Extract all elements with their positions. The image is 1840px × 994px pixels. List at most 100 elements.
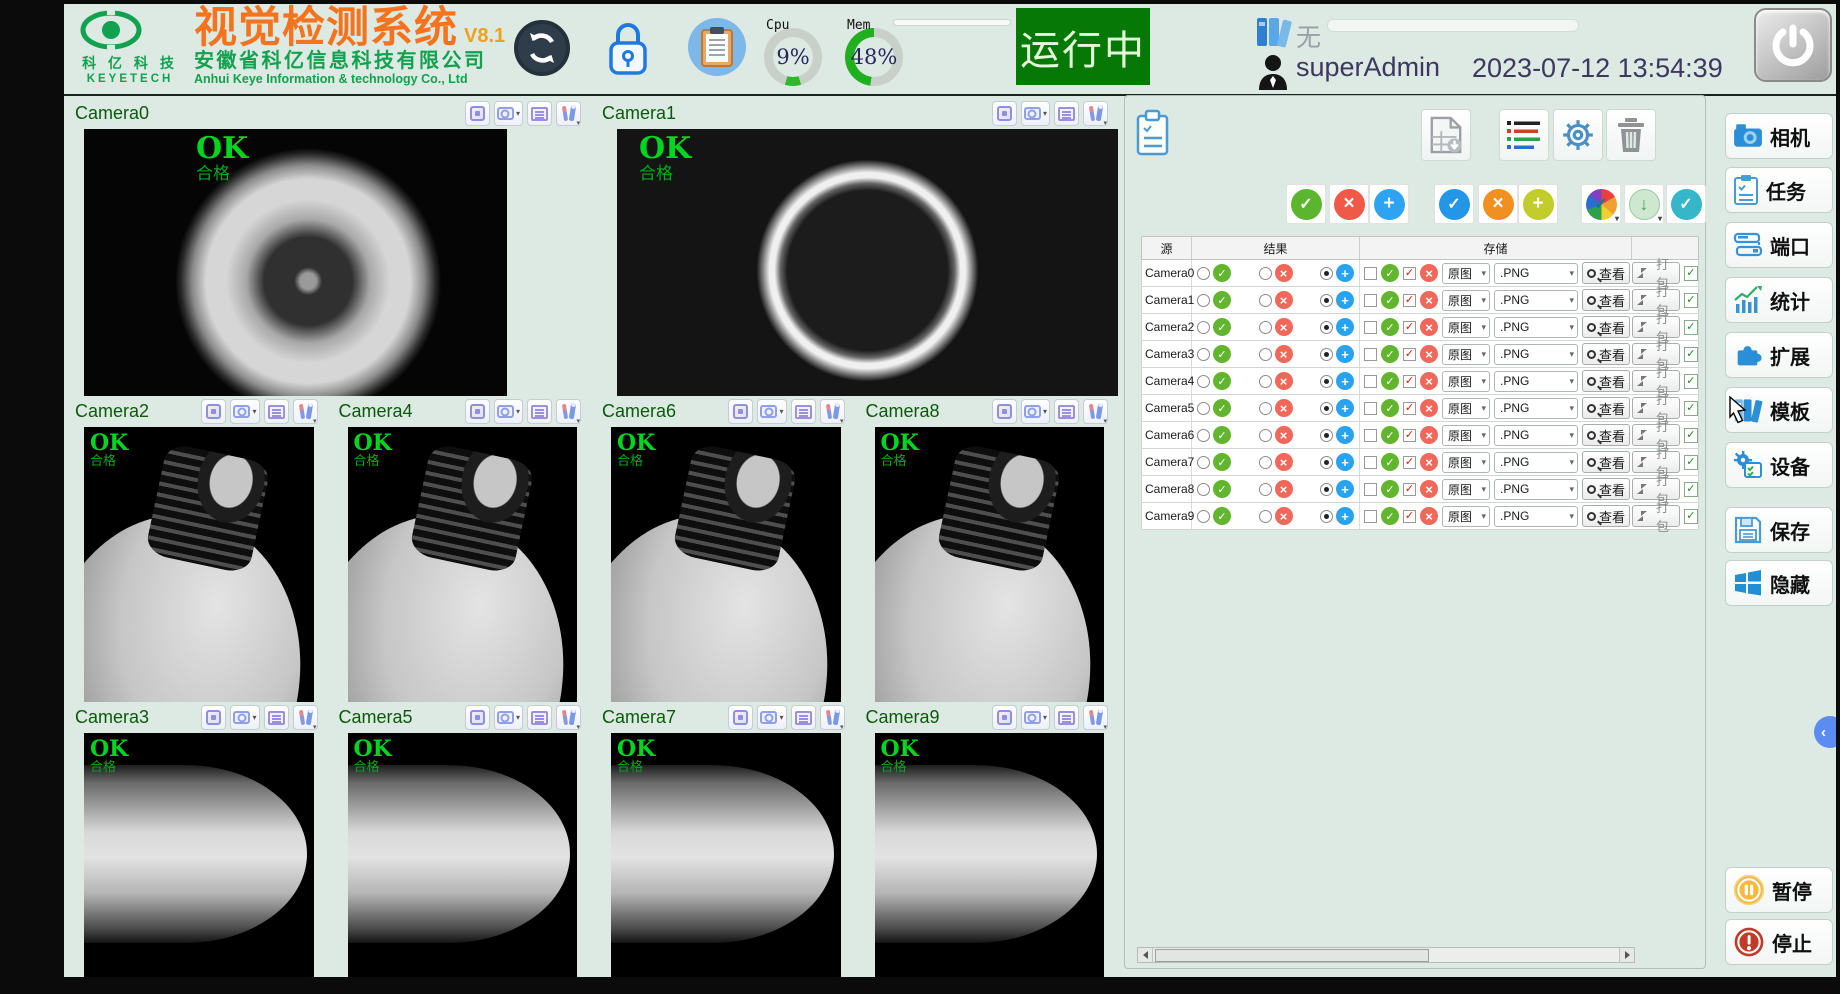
checkbox-save-pass[interactable]	[1364, 402, 1377, 415]
checkbox-enable[interactable]	[1684, 347, 1698, 362]
format-select[interactable]: .PNG	[1494, 290, 1578, 311]
fit-view-button[interactable]	[992, 101, 1017, 126]
params-button[interactable]	[527, 101, 552, 126]
radio-pass[interactable]	[1197, 429, 1210, 442]
checkbox-save-fail[interactable]	[1403, 456, 1416, 469]
radio-all[interactable]	[1320, 429, 1333, 442]
sidebar-item-save[interactable]: 保存	[1725, 507, 1833, 553]
delete-button[interactable]	[1606, 109, 1656, 161]
collapse-panel-handle[interactable]	[1814, 716, 1836, 748]
view-button[interactable]: 查看	[1582, 505, 1630, 527]
radio-pass[interactable]	[1197, 456, 1210, 469]
radio-fail[interactable]	[1259, 375, 1272, 388]
radio-fail[interactable]	[1259, 294, 1272, 307]
image-type-select[interactable]: 原图	[1442, 479, 1490, 500]
tools-button[interactable]	[1083, 399, 1108, 424]
format-select[interactable]: .PNG	[1494, 371, 1578, 392]
fit-view-button[interactable]	[465, 101, 490, 126]
view-button[interactable]: 查看	[1582, 262, 1630, 284]
checkbox-enable[interactable]	[1684, 455, 1698, 470]
radio-fail[interactable]	[1259, 483, 1272, 496]
save-all-all-button[interactable]	[1518, 184, 1558, 224]
params-button[interactable]	[527, 399, 552, 424]
checkbox-save-pass[interactable]	[1364, 348, 1377, 361]
checkbox-save-fail[interactable]	[1403, 294, 1416, 307]
radio-all[interactable]	[1320, 267, 1333, 280]
params-button[interactable]	[1054, 399, 1079, 424]
checkbox-enable[interactable]	[1684, 374, 1698, 389]
settings-button[interactable]	[1553, 109, 1603, 161]
radio-all[interactable]	[1320, 510, 1333, 523]
checkbox-save-fail[interactable]	[1403, 267, 1416, 280]
format-select[interactable]: .PNG	[1494, 344, 1578, 365]
radio-all[interactable]	[1320, 348, 1333, 361]
radio-pass[interactable]	[1197, 321, 1210, 334]
snapshot-button[interactable]	[230, 705, 259, 730]
view-button[interactable]: 查看	[1582, 424, 1630, 446]
radio-all[interactable]	[1320, 483, 1333, 496]
checkbox-enable[interactable]	[1684, 401, 1698, 416]
fit-view-button[interactable]	[728, 399, 753, 424]
image-type-select[interactable]: 原图	[1442, 290, 1490, 311]
sidebar-item-template[interactable]: 模板	[1725, 387, 1833, 433]
params-button[interactable]	[791, 399, 816, 424]
save-pass-all-button[interactable]	[1434, 184, 1474, 224]
view-button[interactable]: 查看	[1582, 478, 1630, 500]
tools-button[interactable]	[293, 399, 318, 424]
checkbox-save-fail[interactable]	[1403, 375, 1416, 388]
image-type-select[interactable]: 原图	[1442, 317, 1490, 338]
view-button[interactable]: 查看	[1582, 370, 1630, 392]
sidebar-item-task[interactable]: 任务	[1725, 167, 1833, 213]
snapshot-button[interactable]	[1021, 101, 1050, 126]
radio-fail[interactable]	[1259, 456, 1272, 469]
checkbox-save-pass[interactable]	[1364, 429, 1377, 442]
snapshot-button[interactable]	[494, 101, 523, 126]
checkbox-save-fail[interactable]	[1403, 429, 1416, 442]
format-select[interactable]: .PNG	[1494, 425, 1578, 446]
checkbox-save-fail[interactable]	[1403, 321, 1416, 334]
radio-all[interactable]	[1320, 456, 1333, 469]
sidebar-item-device[interactable]: 设备	[1725, 442, 1833, 488]
checkbox-save-pass[interactable]	[1364, 483, 1377, 496]
view-button[interactable]: 查看	[1582, 451, 1630, 473]
tools-button[interactable]	[556, 399, 581, 424]
radio-all[interactable]	[1320, 321, 1333, 334]
download-all-button[interactable]	[1624, 184, 1664, 224]
tools-button[interactable]	[820, 399, 845, 424]
radio-all[interactable]	[1320, 294, 1333, 307]
snapshot-button[interactable]	[1021, 399, 1050, 424]
params-button[interactable]	[1054, 705, 1079, 730]
view-button[interactable]: 查看	[1582, 397, 1630, 419]
checkbox-enable[interactable]	[1684, 266, 1698, 281]
scroll-left-arrow[interactable]	[1138, 948, 1153, 962]
checkbox-save-pass[interactable]	[1364, 510, 1377, 523]
save-fail-all-button[interactable]	[1478, 184, 1518, 224]
checkbox-enable[interactable]	[1684, 320, 1698, 335]
checkbox-save-pass[interactable]	[1364, 321, 1377, 334]
view-button[interactable]: 查看	[1582, 289, 1630, 311]
checkbox-save-fail[interactable]	[1403, 402, 1416, 415]
log-list-button[interactable]	[1499, 109, 1549, 161]
radio-fail[interactable]	[1259, 321, 1272, 334]
snapshot-button[interactable]	[757, 705, 786, 730]
radio-all[interactable]	[1320, 375, 1333, 388]
format-select[interactable]: .PNG	[1494, 263, 1578, 284]
tools-button[interactable]	[293, 705, 318, 730]
image-type-select[interactable]: 原图	[1442, 344, 1490, 365]
format-select[interactable]: .PNG	[1494, 317, 1578, 338]
tools-button[interactable]	[556, 101, 581, 126]
checkbox-save-pass[interactable]	[1364, 456, 1377, 469]
checkbox-enable[interactable]	[1684, 293, 1698, 308]
horizontal-scrollbar[interactable]	[1137, 947, 1635, 963]
params-button[interactable]	[264, 705, 289, 730]
format-select[interactable]: .PNG	[1494, 452, 1578, 473]
refresh-button[interactable]	[514, 20, 570, 76]
checkbox-enable[interactable]	[1684, 509, 1698, 524]
all-all-button[interactable]	[1369, 184, 1409, 224]
snapshot-button[interactable]	[494, 705, 523, 730]
fit-view-button[interactable]	[201, 705, 226, 730]
radio-fail[interactable]	[1259, 429, 1272, 442]
checkbox-save-fail[interactable]	[1403, 348, 1416, 361]
radio-fail[interactable]	[1259, 510, 1272, 523]
image-type-select[interactable]: 原图	[1442, 398, 1490, 419]
